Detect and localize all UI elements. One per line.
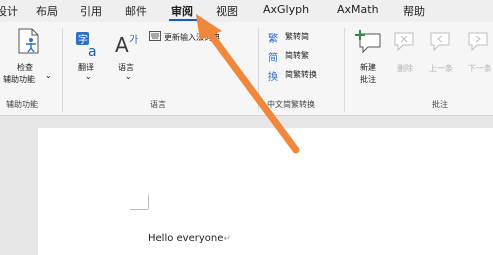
- annotation-arrow-icon: [196, 14, 300, 154]
